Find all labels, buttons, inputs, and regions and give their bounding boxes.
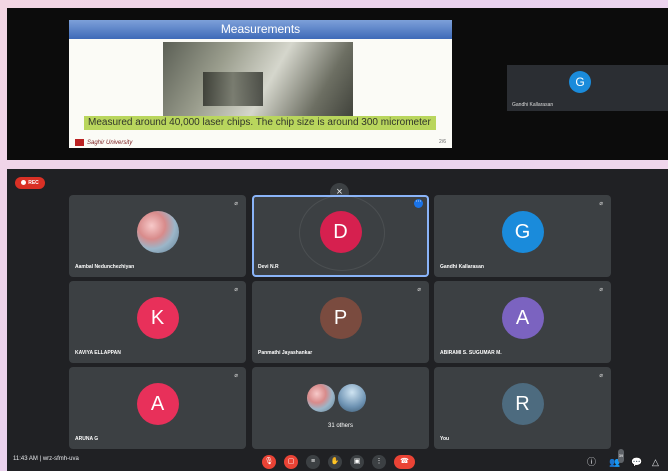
participant-name: ABIRAMI S. SUGUMAR M.: [440, 350, 502, 356]
meeting-info: 11:43 AM | wrz-sfmh-uva: [13, 456, 79, 462]
activities-icon[interactable]: △: [652, 455, 659, 469]
participant-name: Panmathi Jayashankar: [258, 350, 313, 356]
mic-off-icon: ⌀: [599, 201, 603, 207]
participant-name: You: [440, 436, 450, 442]
present-button[interactable]: ▣: [350, 455, 364, 469]
others-count: 31 others: [327, 423, 354, 429]
avatar: [338, 384, 366, 412]
chat-icon[interactable]: 💬: [631, 455, 642, 469]
mic-off-icon: ⌀: [599, 373, 603, 379]
camera-off-button[interactable]: ▢: [284, 455, 298, 469]
presentation-screenshot: Measurements Measured around 40,000 lase…: [7, 8, 668, 160]
recording-label: REC: [28, 180, 39, 186]
participant-tile[interactable]: ⌀ A ABIRAMI S. SUGUMAR M.: [434, 281, 611, 363]
leave-call-button[interactable]: ☎: [394, 455, 415, 469]
participant-tile[interactable]: ⌀ Aambal Nedunchezhiyan: [69, 195, 246, 277]
info-icon[interactable]: ⓘ: [587, 455, 596, 469]
slide-caption: Measured around 40,000 laser chips. The …: [84, 116, 436, 130]
mic-off-icon: ⌀: [417, 287, 421, 293]
shared-slide: Measurements Measured around 40,000 lase…: [69, 20, 452, 148]
participant-tile[interactable]: ⌀ A ARUNA G: [69, 367, 246, 449]
participant-name: Aambal Nedunchezhiyan: [75, 264, 135, 270]
mic-off-button[interactable]: 🎙: [262, 455, 276, 469]
participant-tile[interactable]: ⌀ G Gandhi Kallarasan: [434, 195, 611, 277]
avatar: [307, 384, 335, 412]
more-options-icon[interactable]: ⋯: [414, 199, 423, 208]
participant-name: KAVIYA ELLAPPAN: [75, 350, 121, 356]
avatar: [136, 211, 179, 253]
mic-off-icon: ⌀: [599, 287, 603, 293]
clock: 11:43 AM: [13, 456, 38, 462]
recording-badge: REC: [15, 177, 45, 189]
slide-photo: [163, 42, 353, 120]
avatar: K: [136, 297, 179, 339]
control-bar: 11:43 AM | wrz-sfmh-uva 🎙 ▢ ≡ ✋ ▣ ⋮ ☎ ⓘ …: [7, 449, 668, 471]
slide-title: Measurements: [69, 20, 452, 39]
slide-page-number: 2/6: [439, 139, 446, 145]
avatar: G: [569, 71, 591, 93]
meeting-screenshot: REC × ⌀ Aambal Nedunchezhiyan ⋯ D Devi N…: [7, 169, 668, 471]
record-icon: [21, 180, 27, 186]
separator: |: [39, 456, 42, 462]
meeting-code: wrz-sfmh-uva: [42, 456, 79, 462]
participant-name: ARUNA G: [75, 436, 99, 442]
slide-footer: Saghir University: [75, 138, 133, 146]
avatar: D: [319, 211, 362, 253]
others-tile[interactable]: 31 others: [252, 367, 429, 449]
side-participant-tile[interactable]: G Gandhi Kallarasan: [507, 65, 668, 111]
participant-name: Devi N.R: [258, 264, 279, 270]
participant-name: Gandhi Kallarasan: [440, 264, 484, 270]
more-options-button[interactable]: ⋮: [372, 455, 386, 469]
participant-name: Gandhi Kallarasan: [512, 102, 554, 108]
avatar: A: [136, 383, 179, 425]
participant-tile[interactable]: ⌀ K KAVIYA ELLAPPAN: [69, 281, 246, 363]
slide-footer-text: Saghir University: [87, 140, 133, 146]
avatar: G: [501, 211, 544, 253]
raise-hand-button[interactable]: ✋: [328, 455, 342, 469]
mic-off-icon: ⌀: [234, 373, 238, 379]
self-tile[interactable]: ⌀ R You: [434, 367, 611, 449]
mic-off-icon: ⌀: [234, 201, 238, 207]
participant-count-badge: 39: [617, 449, 625, 463]
avatar: P: [319, 297, 362, 339]
avatar: A: [501, 297, 544, 339]
people-icon[interactable]: 👥 39: [609, 449, 625, 469]
university-logo-icon: [75, 138, 84, 146]
participant-tile[interactable]: ⌀ P Panmathi Jayashankar: [252, 281, 429, 363]
mic-off-icon: ⌀: [234, 287, 238, 293]
participant-tile[interactable]: ⋯ D Devi N.R: [252, 195, 429, 277]
avatar: R: [501, 383, 544, 425]
captions-button[interactable]: ≡: [306, 455, 320, 469]
